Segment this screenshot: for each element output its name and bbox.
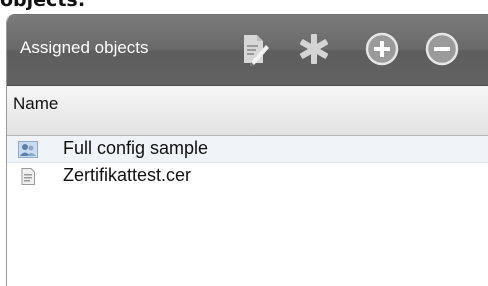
edit-document-icon — [236, 32, 270, 66]
add-button[interactable] — [365, 32, 399, 66]
section-heading: objects: — [0, 0, 86, 11]
row-label: Zertifikattest.cer — [63, 165, 192, 185]
row-label: Full config sample — [63, 138, 209, 158]
asterisk-icon — [297, 32, 331, 66]
user-group-icon — [18, 141, 38, 158]
asterisk-button[interactable] — [297, 32, 331, 66]
minus-circle-icon — [425, 32, 459, 66]
list-item[interactable]: Full config sample — [7, 136, 488, 163]
list-item[interactable]: Zertifikattest.cer — [7, 163, 488, 190]
certificate-file-icon — [18, 168, 38, 185]
panel-title: Assigned objects — [20, 38, 149, 57]
object-list: Full config sample Zertifikattest.cer — [7, 136, 488, 190]
assigned-objects-panel: Assigned objects Name Full config sample… — [6, 14, 488, 286]
plus-circle-icon — [365, 32, 399, 66]
panel-header: Assigned objects — [7, 15, 488, 86]
edit-button[interactable] — [236, 32, 270, 66]
column-header-name[interactable]: Name — [7, 86, 488, 136]
remove-button[interactable] — [425, 32, 459, 66]
column-header-label: Name — [13, 94, 59, 113]
